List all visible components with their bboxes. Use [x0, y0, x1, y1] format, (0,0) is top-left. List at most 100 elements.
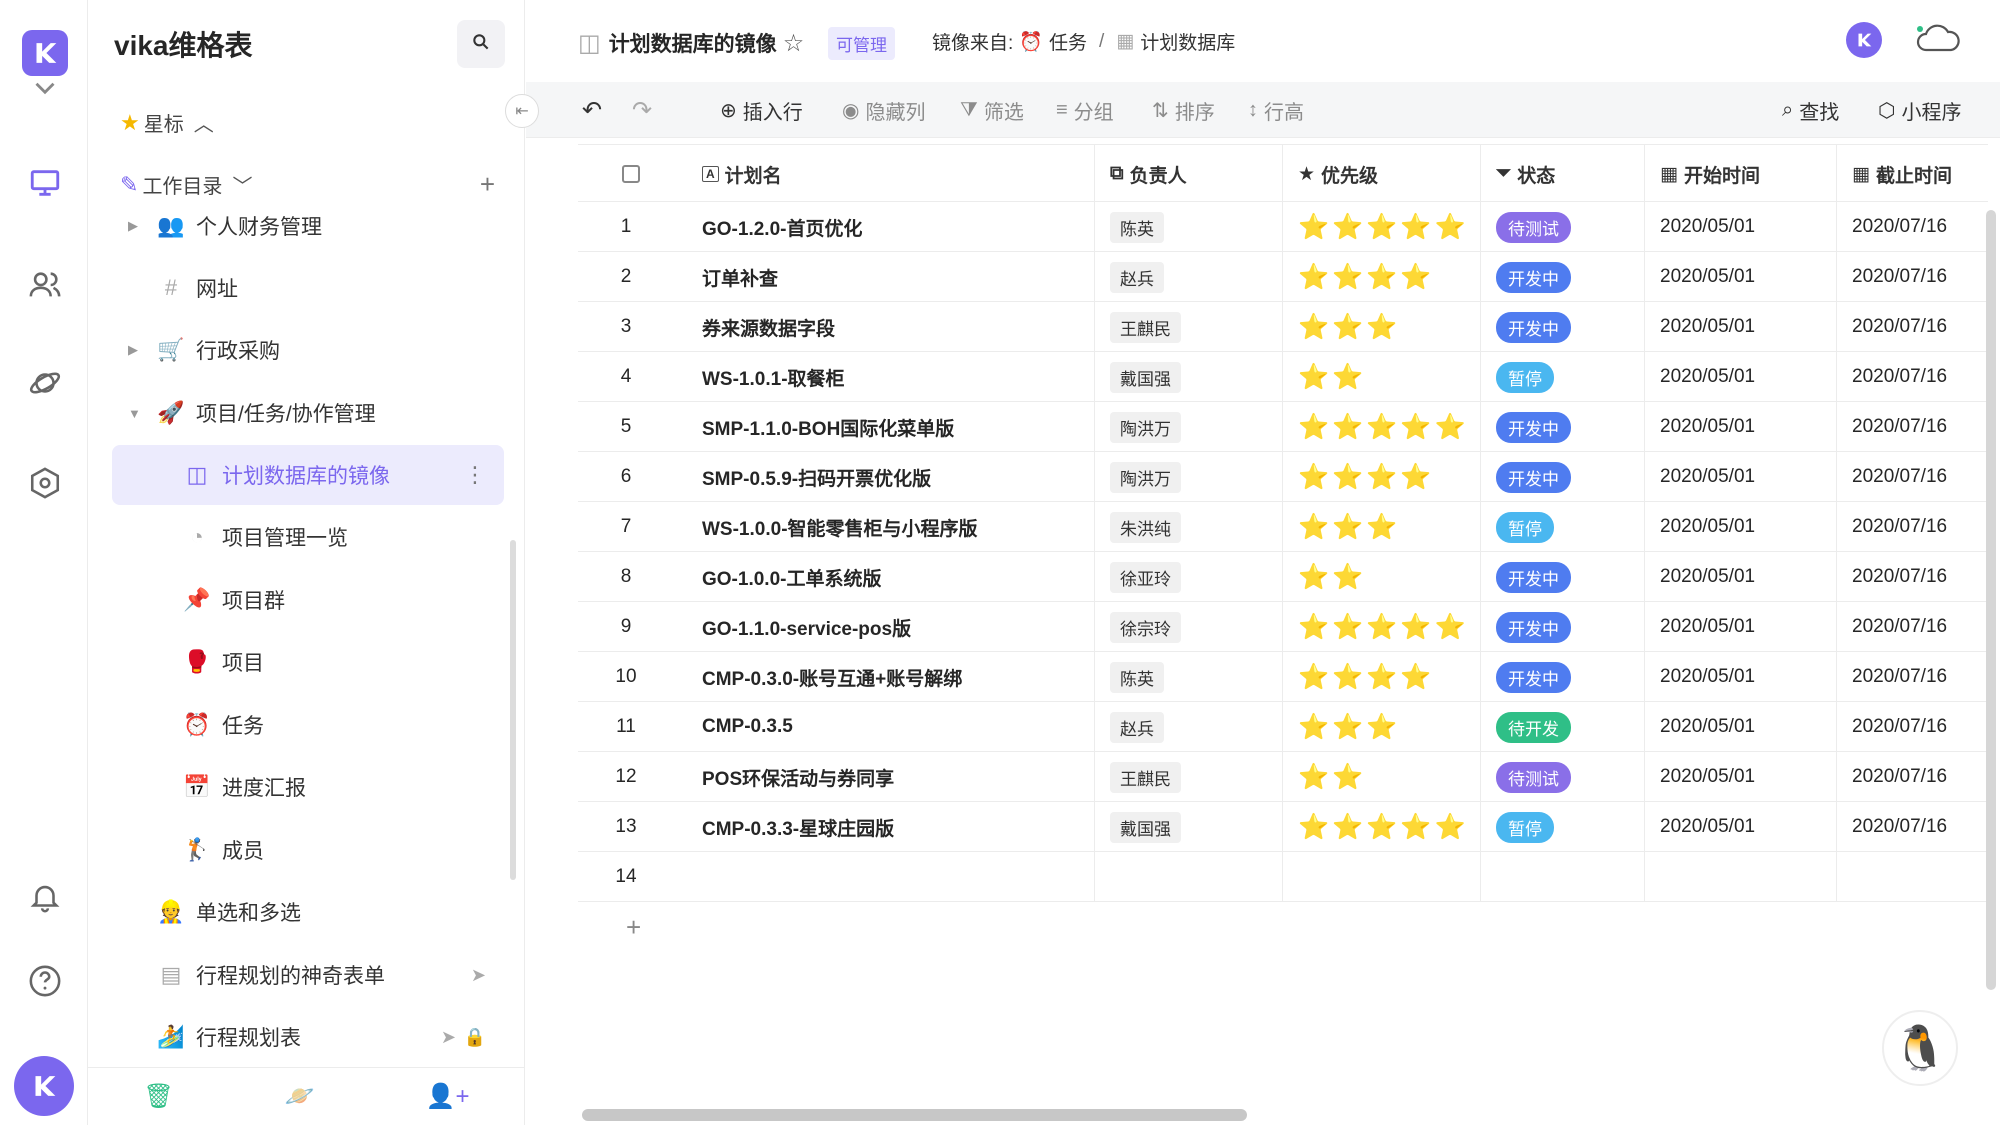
- collapse-sidebar-button[interactable]: ⇤: [505, 94, 539, 128]
- owner-cell[interactable]: 陈英: [1110, 652, 1164, 702]
- end-date-cell[interactable]: 2020/07/16: [1852, 652, 1947, 702]
- priority-cell[interactable]: ⭐⭐⭐⭐⭐: [1298, 602, 1469, 652]
- status-cell[interactable]: 开发中: [1496, 302, 1571, 352]
- priority-cell[interactable]: ⭐⭐⭐⭐: [1298, 252, 1435, 302]
- row-number-cell[interactable]: 7: [578, 502, 674, 552]
- priority-cell[interactable]: ⭐⭐⭐: [1298, 502, 1400, 552]
- start-date-cell[interactable]: 2020/05/01: [1660, 552, 1755, 602]
- bell-icon[interactable]: [22, 874, 68, 920]
- end-date-cell[interactable]: 2020/07/16: [1852, 702, 1947, 752]
- row-number-cell[interactable]: 11: [578, 702, 674, 752]
- plan-name-cell[interactable]: SMP-0.5.9-扫码开票优化版: [702, 452, 931, 502]
- widget-button[interactable]: ⬡ 小程序: [1878, 96, 1961, 125]
- starred-section[interactable]: ★ 星标 ︿: [120, 108, 214, 137]
- table-row[interactable]: 6 SMP-0.5.9-扫码开票优化版 陶洪万 ⭐⭐⭐⭐ 开发中 2020/05/01 20…: [578, 452, 1988, 502]
- trash-icon[interactable]: 🗑: [143, 1082, 173, 1111]
- owner-cell[interactable]: 徐亚玲: [1110, 552, 1181, 602]
- plan-name-cell[interactable]: CMP-0.3.5: [702, 702, 793, 752]
- datasheet-title[interactable]: ◫ 计划数据库的镜像 ☆: [578, 28, 804, 58]
- members-icon[interactable]: [22, 262, 68, 308]
- start-date-cell[interactable]: 2020/05/01: [1660, 452, 1755, 502]
- status-cell[interactable]: 开发中: [1496, 452, 1571, 502]
- plan-name-cell[interactable]: CMP-0.3.3-星球庄园版: [702, 802, 894, 852]
- grid-horizontal-scrollbar[interactable]: [582, 1109, 1247, 1121]
- plan-name-cell[interactable]: WS-1.0.0-智能零售柜与小程序版: [702, 502, 978, 552]
- priority-cell[interactable]: ⭐⭐⭐: [1298, 702, 1400, 752]
- table-row[interactable]: 3 券来源数据字段 王麒民 ⭐⭐⭐ 开发中 2020/05/01 2020/07/16: [578, 302, 1988, 352]
- catalog-section[interactable]: ✎ 工作目录 ﹀ +: [120, 169, 505, 199]
- redo-icon[interactable]: ↷: [632, 96, 652, 125]
- status-cell[interactable]: 待测试: [1496, 752, 1571, 802]
- start-date-cell[interactable]: 2020/05/01: [1660, 802, 1755, 852]
- assistant-penguin-icon[interactable]: 🐧: [1882, 1010, 1958, 1086]
- plan-name-cell[interactable]: WS-1.0.1-取餐柜: [702, 352, 845, 402]
- row-number-cell[interactable]: 3: [578, 302, 674, 352]
- row-number-cell[interactable]: 6: [578, 452, 674, 502]
- caret-down-icon[interactable]: ▼: [128, 406, 141, 421]
- tree-item-project-group[interactable]: 📌 项目群: [112, 570, 504, 630]
- status-cell[interactable]: 暂停: [1496, 802, 1554, 852]
- end-date-cell[interactable]: 2020/07/16: [1852, 502, 1947, 552]
- settings-hexagon-icon[interactable]: [22, 460, 68, 506]
- tree-item-members[interactable]: 🏌 成员: [112, 820, 504, 880]
- hide-columns-button[interactable]: ◉ 隐藏列: [842, 96, 925, 125]
- start-date-cell[interactable]: 2020/05/01: [1660, 252, 1755, 302]
- more-options-icon[interactable]: ⋮: [464, 462, 486, 488]
- end-date-cell[interactable]: 2020/07/16: [1852, 752, 1947, 802]
- owner-cell[interactable]: 朱洪纯: [1110, 502, 1181, 552]
- row-number-cell[interactable]: 13: [578, 802, 674, 852]
- start-date-cell[interactable]: 2020/05/01: [1660, 302, 1755, 352]
- start-date-cell[interactable]: 2020/05/01: [1660, 202, 1755, 252]
- mirror-source-db[interactable]: 计划数据库: [1140, 28, 1235, 55]
- plan-name-cell[interactable]: 订单补查: [702, 252, 778, 302]
- priority-cell[interactable]: ⭐⭐⭐: [1298, 302, 1400, 352]
- end-date-cell[interactable]: 2020/07/16: [1852, 802, 1947, 852]
- table-row[interactable]: 2 订单补查 赵兵 ⭐⭐⭐⭐ 开发中 2020/05/01 2020/07/16: [578, 252, 1988, 302]
- grid-vertical-scrollbar[interactable]: [1986, 210, 1996, 990]
- start-date-cell[interactable]: 2020/05/01: [1660, 352, 1755, 402]
- priority-cell[interactable]: ⭐⭐⭐⭐: [1298, 652, 1435, 702]
- row-number-cell[interactable]: 1: [578, 202, 674, 252]
- plan-name-cell[interactable]: POS环保活动与券同享: [702, 752, 894, 802]
- status-cell[interactable]: 开发中: [1496, 602, 1571, 652]
- status-cell[interactable]: 暂停: [1496, 352, 1554, 402]
- owner-cell[interactable]: 陶洪万: [1110, 402, 1181, 452]
- priority-cell[interactable]: ⭐⭐⭐⭐⭐: [1298, 402, 1469, 452]
- table-row[interactable]: 5 SMP-1.1.0-BOH国际化菜单版 陶洪万 ⭐⭐⭐⭐⭐ 开发中 2020/05/0…: [578, 402, 1988, 452]
- tree-item-finance[interactable]: ▶ 👥 个人财务管理: [112, 196, 504, 256]
- plan-name-cell[interactable]: SMP-1.1.0-BOH国际化菜单版: [702, 402, 954, 452]
- invite-member-icon[interactable]: 👤+: [426, 1082, 470, 1111]
- group-button[interactable]: ≡ 分组: [1056, 96, 1114, 125]
- explore-planet-icon[interactable]: [22, 360, 68, 406]
- caret-right-icon[interactable]: ▶: [128, 218, 138, 234]
- priority-cell[interactable]: ⭐⭐: [1298, 752, 1366, 802]
- end-date-cell[interactable]: 2020/07/16: [1852, 402, 1947, 452]
- tree-item-progress[interactable]: 📅 进度汇报: [112, 757, 504, 817]
- end-date-cell[interactable]: 2020/07/16: [1852, 602, 1947, 652]
- avatar[interactable]: [14, 1056, 74, 1116]
- priority-cell[interactable]: ⭐⭐⭐⭐⭐: [1298, 202, 1469, 252]
- owner-cell[interactable]: 戴国强: [1110, 352, 1181, 402]
- plan-name-cell[interactable]: GO-1.0.0-工单系统版: [702, 552, 881, 602]
- row-number-cell[interactable]: 10: [578, 652, 674, 702]
- col-header-owner[interactable]: ⧉ 负责人: [1110, 145, 1187, 203]
- vika-logo-icon[interactable]: [22, 30, 68, 76]
- star-outline-icon[interactable]: ☆: [783, 29, 805, 58]
- find-button[interactable]: ⌕ 查找: [1782, 96, 1839, 125]
- caret-right-icon[interactable]: ▶: [128, 342, 138, 358]
- owner-cell[interactable]: 陶洪万: [1110, 452, 1181, 502]
- row-number-cell[interactable]: 14: [578, 852, 674, 902]
- template-planet-icon[interactable]: 🪐: [285, 1082, 315, 1111]
- tree-item-mirror-active[interactable]: ◫ 计划数据库的镜像 ⋮: [112, 445, 504, 505]
- priority-cell[interactable]: ⭐⭐⭐⭐⭐: [1298, 802, 1469, 852]
- vika-logo-icon[interactable]: [1846, 22, 1882, 58]
- tree-item-project[interactable]: 🥊 项目: [112, 632, 504, 692]
- owner-cell[interactable]: 陈英: [1110, 202, 1164, 252]
- tree-item-task[interactable]: ⏰ 任务: [112, 695, 504, 755]
- tree-item-form[interactable]: ▤ 行程规划的神奇表单 ➤: [112, 945, 504, 1005]
- row-number-cell[interactable]: 2: [578, 252, 674, 302]
- col-header-name[interactable]: A 计划名: [702, 145, 782, 203]
- plan-name-cell[interactable]: CMP-0.3.0-账号互通+账号解绑: [702, 652, 962, 702]
- col-header-priority[interactable]: ★ 优先级: [1298, 145, 1378, 203]
- chevron-down-icon[interactable]: [22, 78, 68, 98]
